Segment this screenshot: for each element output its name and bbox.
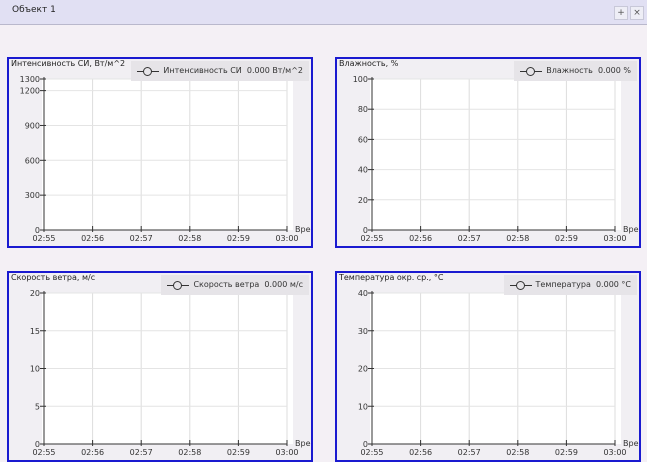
y-tick-label: 60 xyxy=(358,135,368,144)
chart-svg: 02:55 02:56 02:57 02:58 02:59 03:00 0 5 10 15 20 Вр… xyxy=(30,289,311,457)
y-tick-label: 1300 xyxy=(20,75,40,84)
plot-area xyxy=(370,79,621,230)
y-tick-label: 40 xyxy=(358,166,368,175)
chart-title: Скорость ветра, м/с xyxy=(11,273,96,282)
x-tick-label: 02:57 xyxy=(458,448,481,457)
x-tick-label: 02:55 xyxy=(32,448,55,457)
chart-legend[interactable]: Температура 0.000 °С xyxy=(503,275,637,295)
close-icon[interactable]: × xyxy=(630,6,644,20)
x-tick-label: 03:00 xyxy=(275,448,298,457)
x-tick-label: 03:00 xyxy=(603,448,626,457)
series-marker-icon xyxy=(137,66,160,76)
chart-svg: 02:55 02:56 02:57 02:58 02:59 03:00 0 20 40 60 80 1… xyxy=(353,75,639,243)
x-tick-label: 03:00 xyxy=(603,234,626,243)
x-tick-label: 02:56 xyxy=(81,448,104,457)
x-tick-label: 02:55 xyxy=(360,448,383,457)
chart-panel-humidity: 02:55 02:56 02:57 02:58 02:59 03:00 0 20 40 60 80 1… xyxy=(335,57,641,248)
legend-value: 0.000 м/с xyxy=(264,280,303,289)
x-axis-label: Время xyxy=(623,439,639,448)
chart-svg: 02:55 02:56 02:57 02:58 02:59 03:00 0 300 600 900… xyxy=(20,75,311,243)
y-tick-label: 15 xyxy=(30,327,40,336)
chart-legend[interactable]: Влажность 0.000 % xyxy=(514,61,637,81)
chart-title: Температура окр. ср., °С xyxy=(339,273,444,282)
window-title: Объект 1 xyxy=(12,5,56,15)
legend-name: Интенсивность СИ xyxy=(163,66,242,75)
x-tick-label: 02:57 xyxy=(458,234,481,243)
series-marker-icon xyxy=(520,66,543,76)
pin-icon[interactable]: + xyxy=(614,6,628,20)
x-axis-label: Время xyxy=(295,439,311,448)
chart-title: Интенсивность СИ, Вт/м^2 xyxy=(11,59,126,68)
legend-value: 0.000 % xyxy=(597,66,631,75)
x-tick-label: 02:59 xyxy=(227,448,250,457)
x-tick-label: 02:56 xyxy=(409,448,432,457)
legend-value: 0.000 °С xyxy=(595,280,631,289)
x-tick-label: 02:55 xyxy=(32,234,55,243)
y-tick-label: 300 xyxy=(25,191,40,200)
legend-name: Скорость ветра xyxy=(193,280,260,289)
window-titlebar: Объект 1 + × xyxy=(0,0,647,25)
x-tick-label: 03:00 xyxy=(275,234,298,243)
chart-panel-temperature: 02:55 02:56 02:57 02:58 02:59 03:00 0 10 20 30 40 В… xyxy=(335,271,641,462)
y-tick-label: 30 xyxy=(358,327,368,336)
y-tick-label: 100 xyxy=(353,75,368,84)
x-tick-label: 02:58 xyxy=(178,448,201,457)
x-tick-label: 02:56 xyxy=(409,234,432,243)
series-marker-icon xyxy=(167,280,190,290)
x-tick-label: 02:58 xyxy=(506,448,529,457)
x-tick-label: 02:56 xyxy=(81,234,104,243)
legend-name: Температура xyxy=(535,280,591,289)
y-tick-label: 0 xyxy=(363,440,368,449)
y-tick-label: 40 xyxy=(358,289,368,298)
y-tick-label: 600 xyxy=(25,156,40,165)
x-axis-label: Время xyxy=(295,225,311,234)
chart-legend[interactable]: Скорость ветра 0.000 м/с xyxy=(161,275,309,295)
y-tick-label: 0 xyxy=(35,440,40,449)
y-tick-label: 0 xyxy=(363,226,368,235)
chart-panel-wind: 02:55 02:56 02:57 02:58 02:59 03:00 0 5 10 15 20 Вр… xyxy=(7,271,313,462)
chart-panel-irradiance: 02:55 02:56 02:57 02:58 02:59 03:00 0 300 600 900… xyxy=(7,57,313,248)
series-marker-icon xyxy=(509,280,532,290)
y-tick-label: 1200 xyxy=(20,87,40,96)
x-tick-label: 02:59 xyxy=(227,234,250,243)
x-tick-label: 02:57 xyxy=(130,448,153,457)
legend-value: 0.000 Вт/м^2 xyxy=(246,66,303,75)
y-tick-label: 10 xyxy=(358,402,368,411)
x-tick-label: 02:55 xyxy=(360,234,383,243)
x-tick-label: 02:57 xyxy=(130,234,153,243)
x-tick-label: 02:58 xyxy=(178,234,201,243)
y-tick-label: 20 xyxy=(30,289,40,298)
y-tick-label: 0 xyxy=(35,226,40,235)
chart-legend[interactable]: Интенсивность СИ 0.000 Вт/м^2 xyxy=(131,61,309,81)
chart-svg: 02:55 02:56 02:57 02:58 02:59 03:00 0 10 20 30 40 В… xyxy=(358,289,639,457)
x-tick-label: 02:59 xyxy=(555,234,578,243)
y-tick-label: 80 xyxy=(358,105,368,114)
plot-area xyxy=(42,79,293,230)
x-tick-label: 02:59 xyxy=(555,448,578,457)
y-tick-label: 20 xyxy=(358,196,368,205)
x-axis-label: Время xyxy=(623,225,639,234)
y-tick-label: 900 xyxy=(25,121,40,130)
y-tick-label: 20 xyxy=(358,365,368,374)
legend-name: Влажность xyxy=(546,66,593,75)
chart-title: Влажность, % xyxy=(339,59,399,68)
y-tick-label: 10 xyxy=(30,365,40,374)
x-tick-label: 02:58 xyxy=(506,234,529,243)
y-tick-label: 5 xyxy=(35,402,40,411)
